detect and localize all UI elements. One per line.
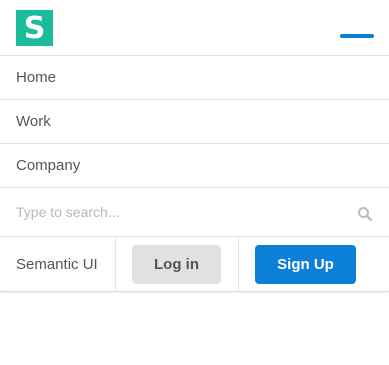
- signup-button[interactable]: Sign Up: [255, 244, 356, 284]
- login-cell: Log in: [116, 237, 239, 291]
- signup-cell: Sign Up: [239, 237, 356, 291]
- search-input[interactable]: [0, 188, 389, 236]
- nav-item-company[interactable]: Company: [0, 144, 389, 188]
- nav-item-work[interactable]: Work: [0, 100, 389, 144]
- nav-item-home[interactable]: Home: [0, 56, 389, 100]
- menu-header: S: [0, 0, 389, 56]
- brand-logo[interactable]: S: [16, 10, 53, 46]
- brand-text: Semantic UI: [0, 237, 116, 291]
- search-row: [0, 188, 389, 237]
- login-button[interactable]: Log in: [132, 244, 221, 284]
- search-icon[interactable]: [357, 206, 373, 222]
- footer-row: Semantic UI Log in Sign Up: [0, 237, 389, 291]
- logo-letter: S: [23, 10, 46, 46]
- mobile-menu: S Home Work Company Semantic UI Log in S…: [0, 0, 389, 292]
- hamburger-menu-icon[interactable]: [340, 34, 374, 38]
